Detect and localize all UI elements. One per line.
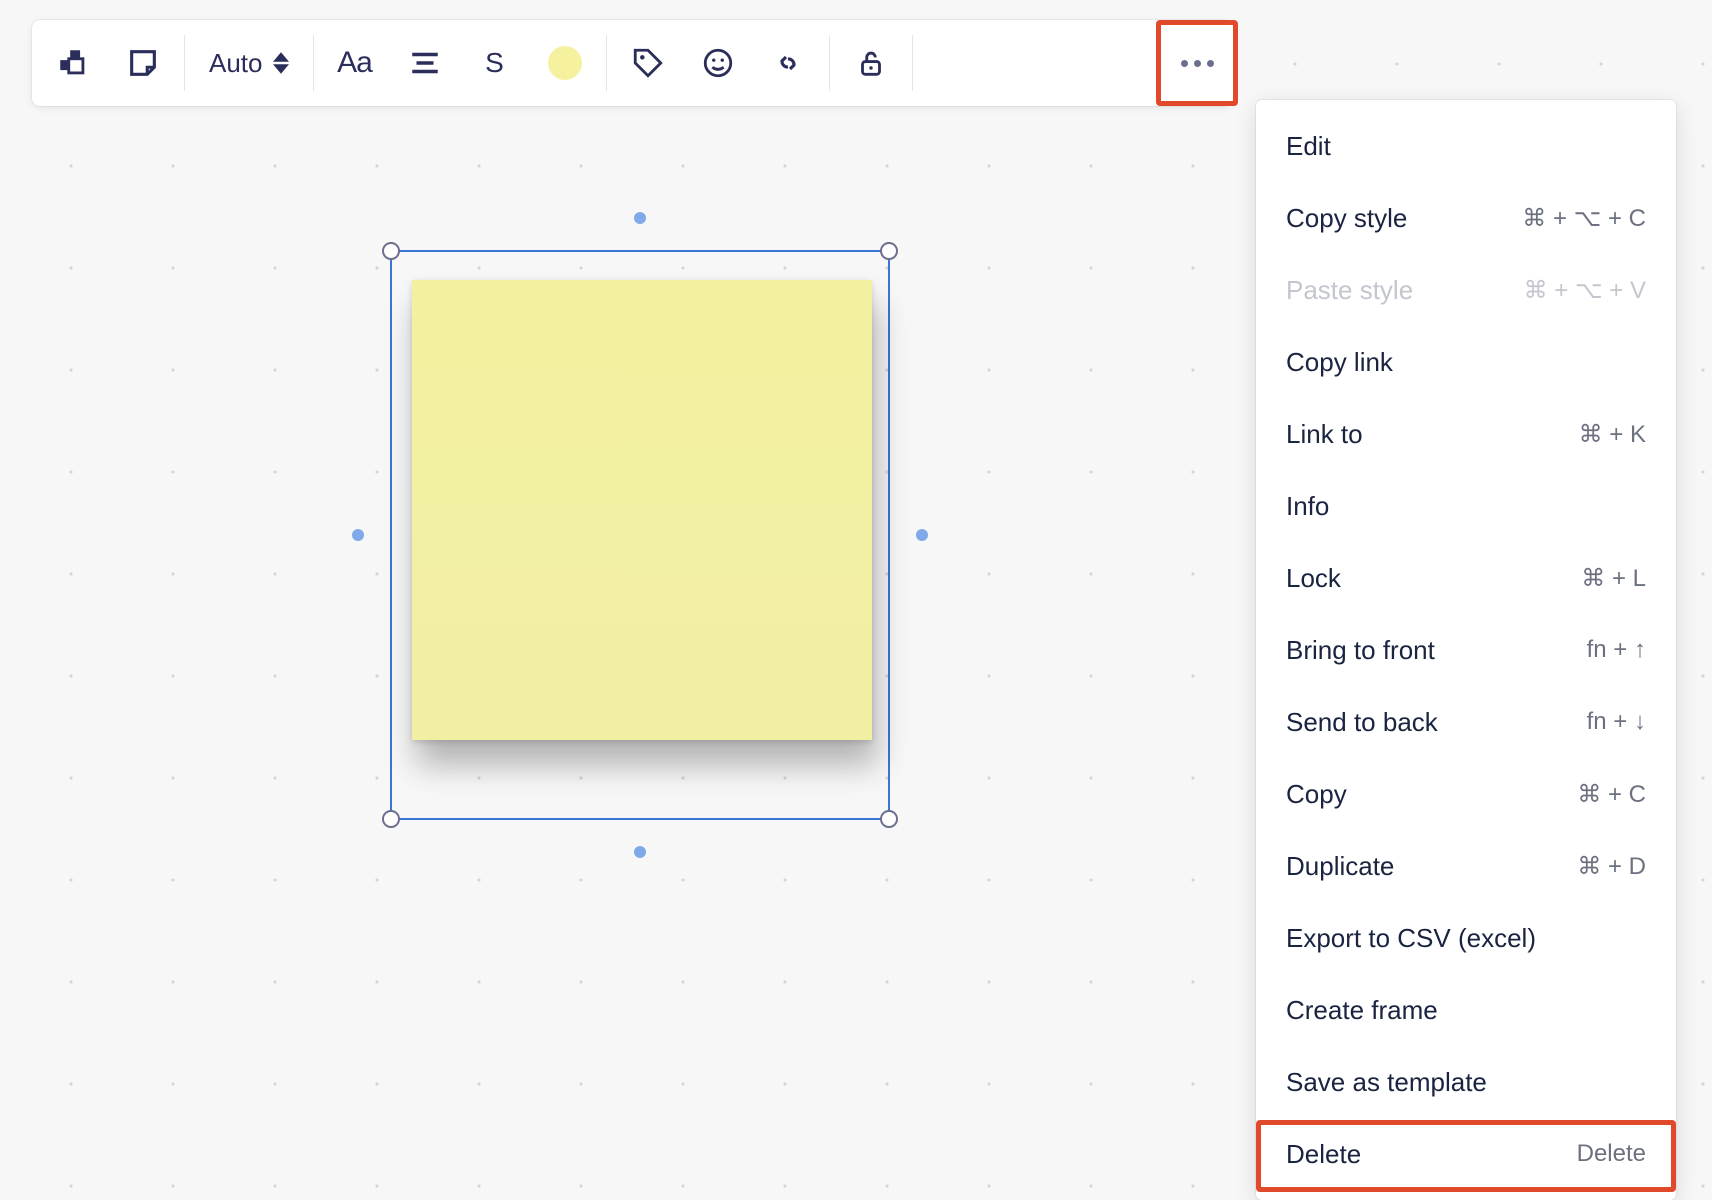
- menu-item-shortcut: ⌘ + ⌥ + V: [1524, 276, 1646, 305]
- align-center-icon: [408, 46, 442, 80]
- unlock-icon: [854, 46, 888, 80]
- menu-item-label: Duplicate: [1286, 851, 1394, 882]
- resize-handle-br[interactable]: [880, 810, 898, 828]
- fill-color-button[interactable]: [530, 28, 600, 98]
- menu-item-label: Copy: [1286, 779, 1347, 810]
- menu-item-label: Export to CSV (excel): [1286, 923, 1536, 954]
- menu-item-copy[interactable]: Copy ⌘ + C: [1256, 758, 1676, 830]
- menu-item-export-csv[interactable]: Export to CSV (excel): [1256, 902, 1676, 974]
- menu-item-label: Create frame: [1286, 995, 1438, 1026]
- text-format-label: Aa: [337, 46, 372, 80]
- shape-type-button[interactable]: [108, 28, 178, 98]
- menu-item-edit[interactable]: Edit: [1256, 110, 1676, 182]
- layers-icon: [56, 46, 90, 80]
- emoji-icon: [701, 46, 735, 80]
- font-size-select[interactable]: Auto: [191, 48, 307, 79]
- more-dots-icon: [1181, 60, 1214, 67]
- more-options-button[interactable]: [1156, 20, 1238, 106]
- menu-item-label: Delete: [1286, 1139, 1361, 1170]
- menu-item-lock[interactable]: Lock ⌘ + L: [1256, 542, 1676, 614]
- stepper-arrows-icon: [273, 52, 289, 74]
- menu-item-shortcut: Delete: [1577, 1140, 1646, 1168]
- text-format-button[interactable]: Aa: [320, 28, 390, 98]
- menu-item-delete[interactable]: Delete Delete: [1256, 1118, 1676, 1190]
- tag-button[interactable]: [613, 28, 683, 98]
- context-menu: Edit Copy style ⌘ + ⌥ + C Paste style ⌘ …: [1256, 100, 1676, 1200]
- menu-item-paste-style: Paste style ⌘ + ⌥ + V: [1256, 254, 1676, 326]
- edge-handle-bottom[interactable]: [634, 846, 646, 858]
- text-align-button[interactable]: [390, 28, 460, 98]
- menu-item-shortcut: ⌘ + K: [1579, 420, 1646, 449]
- note-size-button[interactable]: S: [460, 28, 530, 98]
- menu-item-info[interactable]: Info: [1256, 470, 1676, 542]
- menu-item-copy-link[interactable]: Copy link: [1256, 326, 1676, 398]
- menu-item-shortcut: ⌘ + D: [1577, 852, 1646, 881]
- link-icon: [771, 46, 805, 80]
- menu-item-label: Edit: [1286, 131, 1331, 162]
- menu-item-label: Bring to front: [1286, 635, 1435, 666]
- edge-handle-top[interactable]: [634, 212, 646, 224]
- bring-forward-button[interactable]: [38, 28, 108, 98]
- resize-handle-tl[interactable]: [382, 242, 400, 260]
- menu-item-bring-to-front[interactable]: Bring to front fn + ↑: [1256, 614, 1676, 686]
- menu-item-label: Paste style: [1286, 275, 1413, 306]
- menu-item-shortcut: ⌘ + L: [1581, 564, 1646, 593]
- tag-icon: [631, 46, 665, 80]
- note-size-label: S: [485, 47, 504, 79]
- sticky-note[interactable]: [412, 280, 872, 740]
- edge-handle-left[interactable]: [352, 529, 364, 541]
- menu-item-shortcut: ⌘ + ⌥ + C: [1522, 204, 1646, 233]
- lock-button[interactable]: [836, 28, 906, 98]
- font-size-value: Auto: [209, 48, 263, 79]
- menu-item-label: Link to: [1286, 419, 1363, 450]
- resize-handle-tr[interactable]: [880, 242, 898, 260]
- menu-item-copy-style[interactable]: Copy style ⌘ + ⌥ + C: [1256, 182, 1676, 254]
- menu-item-label: Send to back: [1286, 707, 1438, 738]
- menu-item-save-template[interactable]: Save as template: [1256, 1046, 1676, 1118]
- menu-item-create-frame[interactable]: Create frame: [1256, 974, 1676, 1046]
- sticky-note-icon: [126, 46, 160, 80]
- emoji-button[interactable]: [683, 28, 753, 98]
- link-button[interactable]: [753, 28, 823, 98]
- edge-handle-right[interactable]: [916, 529, 928, 541]
- menu-item-shortcut: fn + ↓: [1587, 708, 1646, 736]
- selection-bounding-box[interactable]: [390, 250, 890, 820]
- menu-item-shortcut: fn + ↑: [1587, 636, 1646, 664]
- menu-item-label: Info: [1286, 491, 1329, 522]
- color-swatch-icon: [548, 46, 582, 80]
- menu-item-label: Save as template: [1286, 1067, 1487, 1098]
- menu-item-label: Lock: [1286, 563, 1341, 594]
- menu-item-link-to[interactable]: Link to ⌘ + K: [1256, 398, 1676, 470]
- menu-item-send-to-back[interactable]: Send to back fn + ↓: [1256, 686, 1676, 758]
- resize-handle-bl[interactable]: [382, 810, 400, 828]
- menu-item-label: Copy link: [1286, 347, 1393, 378]
- menu-item-label: Copy style: [1286, 203, 1407, 234]
- menu-item-duplicate[interactable]: Duplicate ⌘ + D: [1256, 830, 1676, 902]
- menu-item-shortcut: ⌘ + C: [1577, 780, 1646, 809]
- object-toolbar: Auto Aa S: [32, 20, 1232, 106]
